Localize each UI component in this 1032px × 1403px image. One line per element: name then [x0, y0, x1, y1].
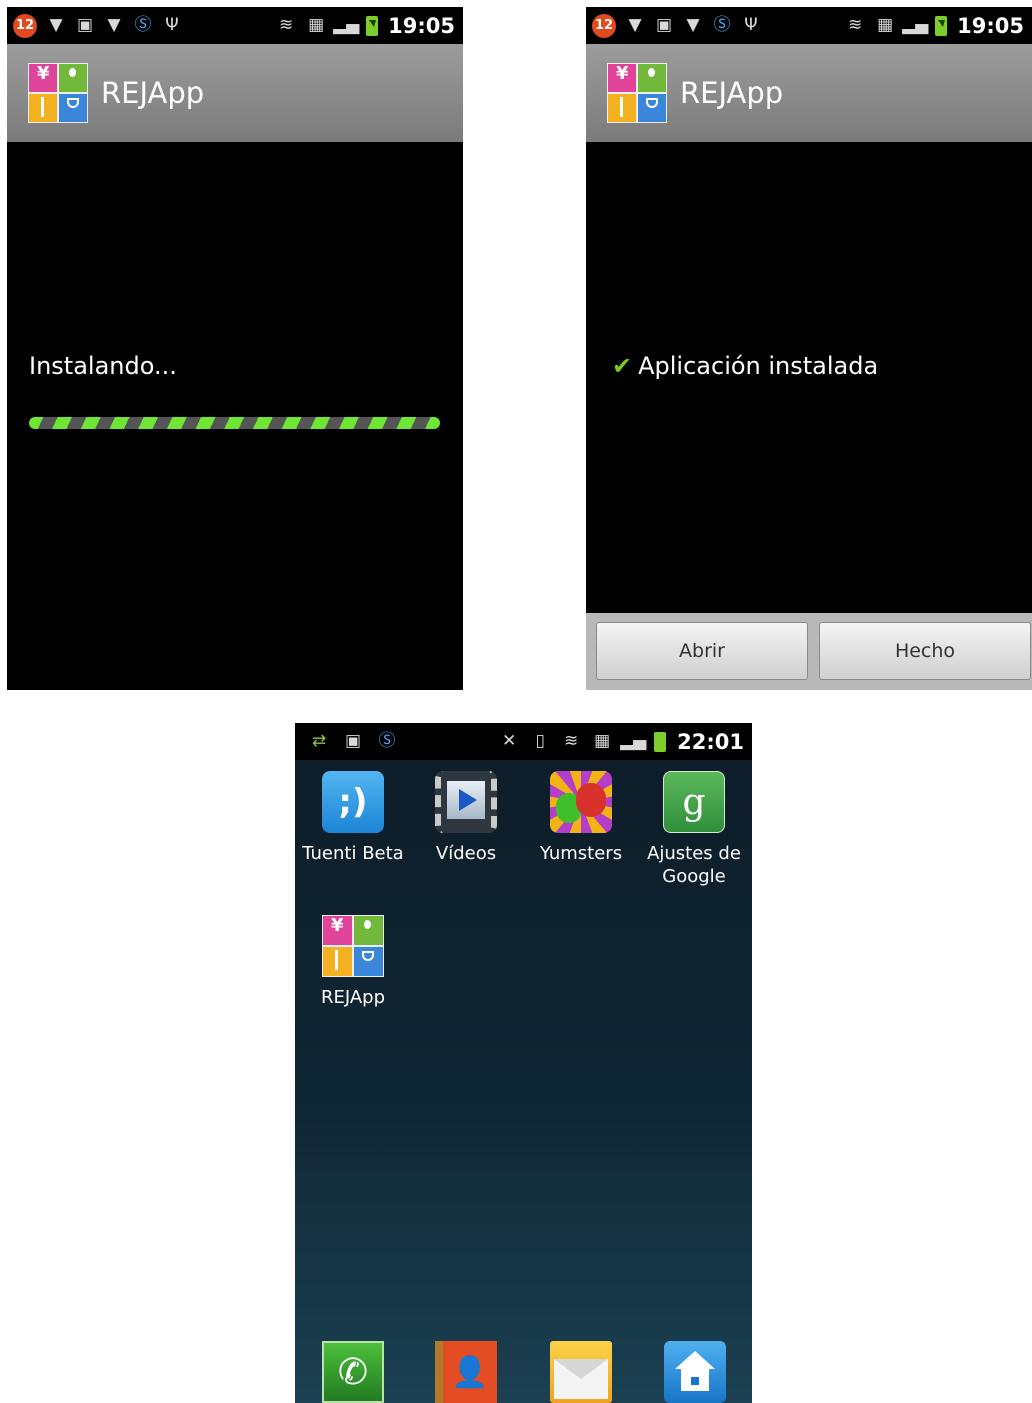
status-bar: 12 ▼ ▣ ▼ Ⓢ Ψ ≋ ▦ ▂▄ 19:05: [586, 7, 1032, 44]
market-notification-icon: ▣: [344, 731, 362, 751]
app-label: Vídeos: [435, 843, 497, 864]
open-button[interactable]: Abrir: [596, 622, 808, 680]
message-notification-icon: ▼: [628, 15, 642, 35]
app-title: REJApp: [101, 76, 205, 110]
wifi-icon: ≋: [848, 15, 863, 35]
skype-icon: Ⓢ: [134, 15, 152, 35]
status-bar: 12 ▼ ▣ ▼ Ⓢ Ψ ≋ ▦ ▂▄ 19:05: [7, 7, 463, 44]
sim-icon: ▦: [877, 15, 894, 35]
app-label: REJApp: [320, 987, 386, 1008]
status-bar: ⇄ ▣ Ⓢ ✕ ▯ ≋ ▦ ▂▄ 22:01: [295, 723, 752, 760]
sync-icon: ⇄: [311, 731, 327, 751]
app-label: Yumsters: [539, 843, 623, 864]
market-notification-icon: ▣: [76, 15, 94, 35]
install-progress-bar: [29, 417, 440, 429]
app-label: Tuenti Beta: [302, 843, 404, 864]
notification-count-badge: 12: [13, 13, 37, 38]
app-rejapp[interactable]: REJApp: [295, 915, 411, 1009]
vibrate-icon: ▯: [535, 731, 545, 751]
app-yumsters[interactable]: Yumsters: [523, 771, 639, 865]
done-button[interactable]: Hecho: [819, 622, 1031, 680]
app-label: Ajustes de Google: [647, 843, 741, 887]
phone-icon[interactable]: ✆: [322, 1341, 384, 1403]
mute-icon: ✕: [502, 731, 517, 751]
battery-icon: [654, 731, 667, 752]
status-time: 19:05: [957, 13, 1024, 38]
sim-icon: ▦: [308, 15, 325, 35]
signal-icon: ▂▄: [333, 15, 360, 35]
market-notification-icon: ▣: [655, 15, 673, 35]
status-time: 22:01: [677, 729, 744, 754]
installing-label: Instalando...: [29, 352, 177, 380]
signal-icon: ▂▄: [902, 15, 929, 35]
title-bar: REJApp: [586, 44, 1032, 142]
installed-label: Aplicación instalada: [638, 352, 879, 380]
tuenti-icon: ;): [322, 771, 384, 833]
skype-icon: Ⓢ: [713, 15, 731, 35]
signal-icon: ▂▄: [620, 731, 647, 751]
rejapp-icon: [607, 63, 667, 123]
app-tuenti-beta[interactable]: ;) Tuenti Beta: [295, 771, 411, 865]
app-title: REJApp: [680, 76, 784, 110]
install-complete-screen: 12 ▼ ▣ ▼ Ⓢ Ψ ≋ ▦ ▂▄ 19:05 REJApp ✔ Aplic…: [586, 7, 1032, 690]
notification-count-badge: 12: [592, 13, 616, 38]
app-videos[interactable]: Vídeos: [408, 771, 524, 865]
home-icon[interactable]: [664, 1341, 726, 1403]
battery-charging-icon: [935, 15, 948, 36]
sim-icon: ▦: [594, 731, 611, 751]
installed-message: ✔ Aplicación instalada: [612, 352, 878, 380]
rejapp-icon: [28, 63, 88, 123]
install-progress-screen: 12 ▼ ▣ ▼ Ⓢ Ψ ≋ ▦ ▂▄ 19:05 REJApp Instala…: [7, 7, 463, 690]
wifi-icon: ≋: [279, 15, 294, 35]
google-settings-icon: g: [663, 771, 725, 833]
skype-icon: Ⓢ: [378, 731, 396, 751]
button-bar: Abrir Hecho: [586, 613, 1032, 690]
status-time: 19:05: [388, 13, 455, 38]
app-google-settings[interactable]: g Ajustes de Google: [636, 771, 752, 888]
battery-charging-icon: [366, 15, 379, 36]
title-bar: REJApp: [7, 44, 463, 142]
usb-icon: Ψ: [165, 15, 179, 35]
videos-icon: [435, 771, 497, 833]
wifi-icon: ≋: [564, 731, 579, 751]
home-screen: ⇄ ▣ Ⓢ ✕ ▯ ≋ ▦ ▂▄ 22:01 ;) Tuenti Beta Ví…: [295, 723, 752, 1403]
yumsters-icon: [550, 771, 612, 833]
usb-icon: Ψ: [744, 15, 758, 35]
checkmark-icon: ✔: [612, 352, 633, 380]
message-notification-icon: ▼: [686, 15, 700, 35]
messages-icon[interactable]: [550, 1341, 612, 1403]
rejapp-icon: [322, 915, 384, 977]
message-notification-icon: ▼: [49, 15, 63, 35]
contacts-icon[interactable]: 👤: [435, 1341, 497, 1403]
message-notification-icon: ▼: [107, 15, 121, 35]
